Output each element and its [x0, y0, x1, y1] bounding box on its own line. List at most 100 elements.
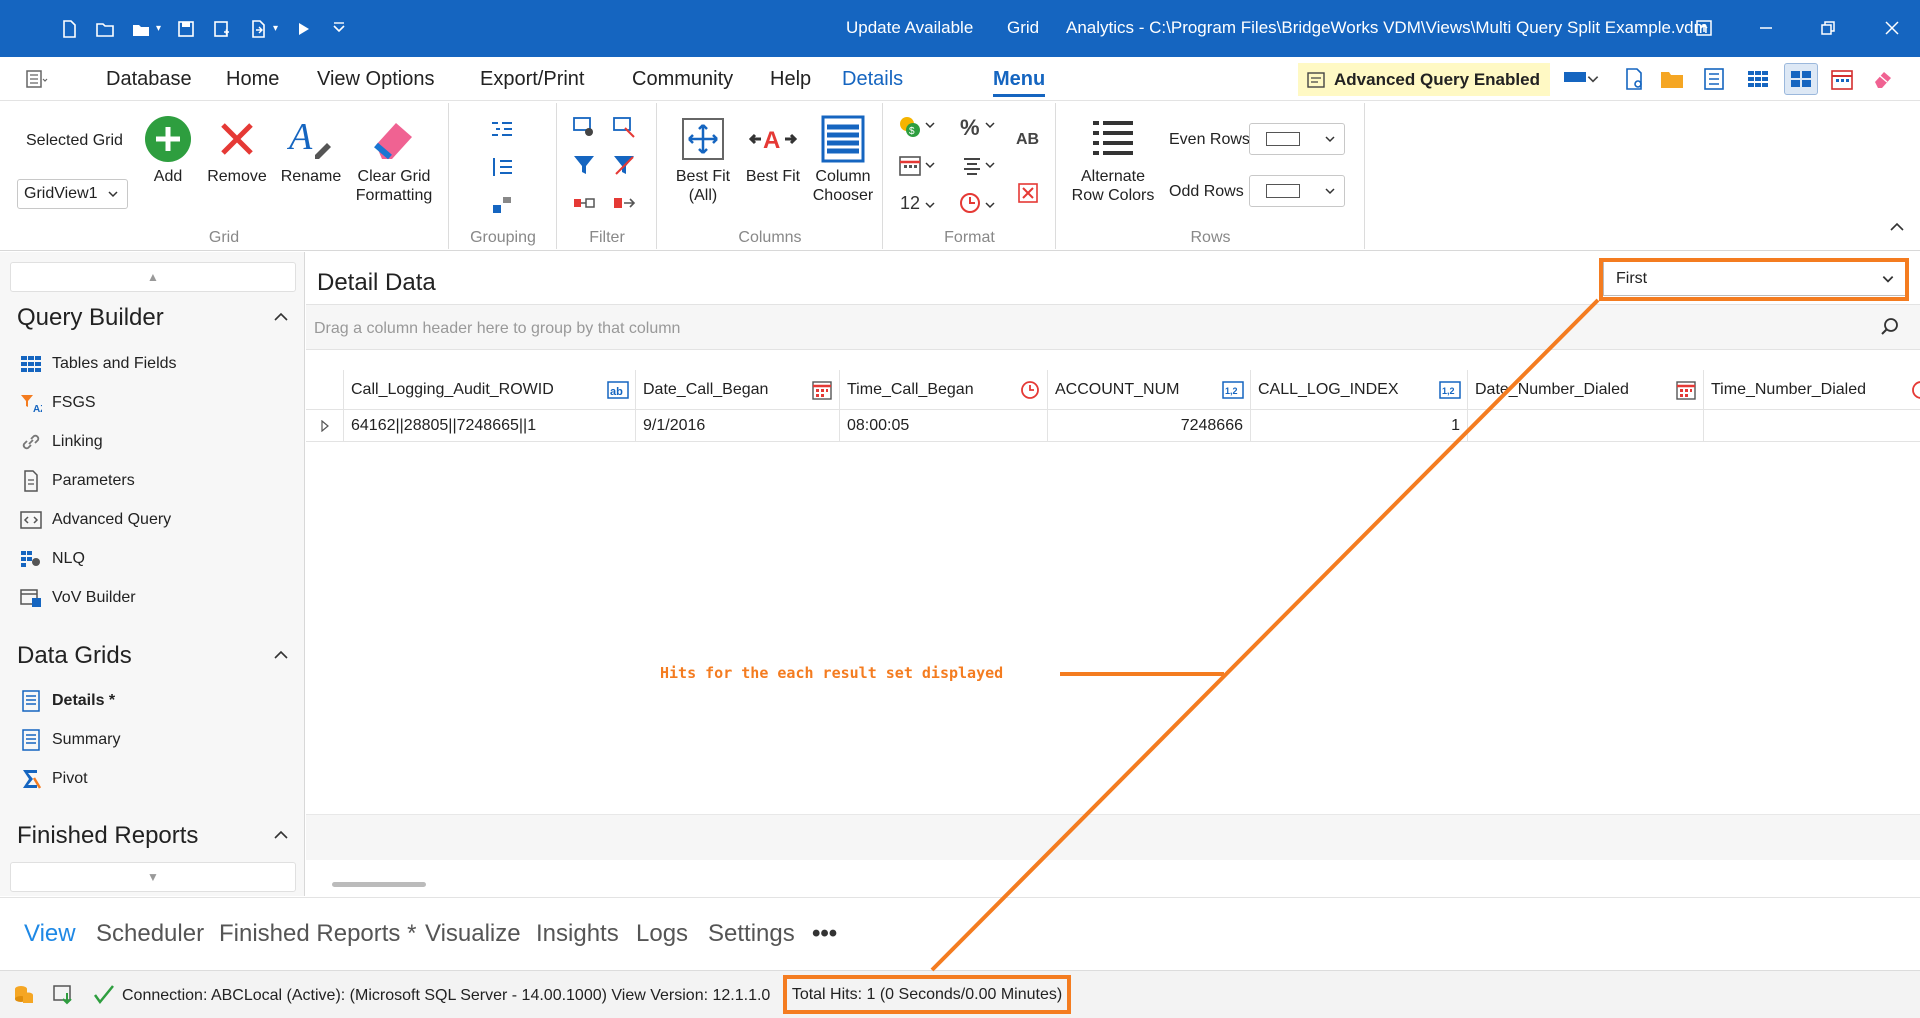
chevron-down-icon[interactable]: ▾	[273, 23, 278, 34]
percent-format-icon[interactable]: %	[960, 115, 980, 141]
chevron-down-icon[interactable]	[984, 199, 996, 211]
column-header[interactable]: Time_Number_Dialed	[1704, 370, 1920, 410]
menu-details[interactable]: Details	[842, 68, 903, 91]
menu-home[interactable]: Home	[226, 68, 279, 91]
filter-row-icon[interactable]	[572, 191, 596, 215]
tab-visualize[interactable]: Visualize	[425, 920, 521, 948]
tab-finished-reports[interactable]: Finished Reports *	[219, 920, 416, 948]
chevron-down-icon[interactable]	[1586, 65, 1600, 93]
table-cell[interactable]	[1468, 410, 1704, 442]
chevron-up-icon[interactable]	[272, 646, 290, 664]
filter-icon[interactable]	[572, 153, 596, 177]
new-file-icon[interactable]	[58, 18, 80, 40]
menu-database[interactable]: Database	[106, 68, 192, 91]
table-cell[interactable]: 7248666	[1048, 410, 1251, 442]
odd-rows-color-picker[interactable]	[1249, 175, 1345, 207]
group-by-icon[interactable]	[490, 193, 514, 217]
table-cell[interactable]: 1	[1251, 410, 1468, 442]
horizontal-scrollbar[interactable]	[332, 882, 426, 887]
column-header[interactable]: Call_Logging_Audit_ROWID ab	[344, 370, 636, 410]
date-format-icon[interactable]	[898, 153, 922, 177]
nav-parameters[interactable]: Parameters	[20, 468, 135, 494]
group-by-panel[interactable]: Drag a column header here to group by th…	[306, 304, 1920, 350]
best-fit-all-button[interactable]: Best Fit (All)	[670, 115, 736, 205]
column-header[interactable]: ACCOUNT_NUM 1,2	[1048, 370, 1251, 410]
best-fit-button[interactable]: A Best Fit	[738, 115, 808, 186]
remove-grid-button[interactable]: Remove	[204, 115, 270, 186]
update-available-link[interactable]: Update Available	[846, 18, 973, 38]
menu-view-options[interactable]: View Options	[317, 68, 434, 91]
database-icon[interactable]	[12, 983, 36, 1007]
group-collapse-icon[interactable]	[490, 155, 514, 179]
open-folder-icon[interactable]	[94, 18, 116, 40]
query-builder-header[interactable]: Query Builder	[17, 304, 164, 332]
nav-tables-and-fields[interactable]: Tables and Fields	[20, 351, 177, 377]
table-cell[interactable]: 64162||28805||7248665||1	[344, 410, 636, 442]
scroll-up-button[interactable]: ▲	[10, 262, 296, 292]
tab-insights[interactable]: Insights	[536, 920, 619, 948]
tab-logs[interactable]: Logs	[636, 920, 688, 948]
nav-nlq[interactable]: NLQ	[20, 546, 85, 572]
export-icon[interactable]	[247, 18, 269, 40]
menu-export-print[interactable]: Export/Print	[480, 68, 584, 91]
nav-summary-grid[interactable]: Summary	[20, 727, 120, 753]
chevron-down-icon[interactable]: ▾	[156, 23, 161, 34]
calendar-icon[interactable]	[1828, 65, 1856, 93]
table-cell[interactable]: 9/1/2016	[636, 410, 840, 442]
table-cell[interactable]	[1704, 410, 1920, 442]
tab-view[interactable]: View	[24, 920, 76, 948]
currency-format-icon[interactable]: $	[898, 115, 922, 139]
more-tabs-icon[interactable]: •••	[812, 920, 837, 948]
clear-grid-formatting-button[interactable]: Clear Grid Formatting	[350, 115, 438, 205]
group-expand-icon[interactable]	[490, 117, 514, 141]
nav-advanced-query[interactable]: Advanced Query	[20, 507, 171, 533]
font-size-value[interactable]: 12	[900, 193, 920, 214]
result-set-dropdown[interactable]: First	[1603, 261, 1908, 296]
column-chooser-button[interactable]: Column Chooser	[808, 115, 878, 205]
folder-icon[interactable]	[1658, 65, 1686, 93]
chevron-down-icon[interactable]	[984, 119, 996, 131]
chevron-up-icon[interactable]	[272, 308, 290, 326]
even-rows-color-picker[interactable]	[1249, 123, 1345, 155]
run-icon[interactable]	[292, 18, 314, 40]
restore-icon[interactable]	[1814, 14, 1842, 42]
chevron-up-icon[interactable]	[272, 826, 290, 844]
menu-menu[interactable]: Menu	[993, 68, 1046, 97]
grid-view-icon[interactable]	[1744, 65, 1772, 93]
folder-download-icon[interactable]	[52, 983, 76, 1007]
collapse-ribbon-icon[interactable]	[1889, 219, 1905, 235]
filter-editor-icon[interactable]	[612, 191, 636, 215]
filter-show-icon[interactable]	[572, 115, 596, 139]
save-as-icon[interactable]	[211, 18, 233, 40]
selected-grid-dropdown[interactable]: GridView1	[17, 179, 128, 209]
customize-icon[interactable]	[328, 18, 350, 40]
nav-vov-builder[interactable]: VoV Builder	[20, 585, 136, 611]
document-settings-icon[interactable]	[1620, 65, 1648, 93]
upload-icon[interactable]	[1690, 14, 1718, 42]
scroll-down-button[interactable]: ▼	[10, 862, 296, 892]
table-cell[interactable]: 08:00:05	[840, 410, 1048, 442]
column-header[interactable]: Date_Call_Began	[636, 370, 840, 410]
align-icon[interactable]	[960, 153, 984, 177]
data-grids-header[interactable]: Data Grids	[17, 642, 132, 670]
column-header[interactable]: Time_Call_Began	[840, 370, 1048, 410]
tab-scheduler[interactable]: Scheduler	[96, 920, 204, 948]
finished-reports-header[interactable]: Finished Reports	[17, 822, 198, 850]
chevron-down-icon[interactable]	[924, 159, 936, 171]
app-menu-icon[interactable]	[22, 65, 50, 93]
clear-format-icon[interactable]	[1016, 181, 1040, 205]
nav-details-grid[interactable]: Details *	[20, 688, 115, 714]
close-icon[interactable]	[1878, 14, 1906, 42]
chevron-down-icon[interactable]	[984, 159, 996, 171]
minimize-icon[interactable]	[1752, 14, 1780, 42]
menu-help[interactable]: Help	[770, 68, 811, 91]
eraser-icon[interactable]	[1870, 65, 1898, 93]
nav-pivot-grid[interactable]: Pivot	[20, 766, 88, 792]
nav-linking[interactable]: Linking	[20, 429, 103, 455]
save-icon[interactable]	[175, 18, 197, 40]
chevron-down-icon[interactable]	[924, 199, 936, 211]
list-view-icon[interactable]	[1700, 65, 1728, 93]
chevron-down-icon[interactable]	[924, 119, 936, 131]
filter-hide-icon[interactable]	[612, 115, 636, 139]
time-format-icon[interactable]	[958, 191, 982, 215]
